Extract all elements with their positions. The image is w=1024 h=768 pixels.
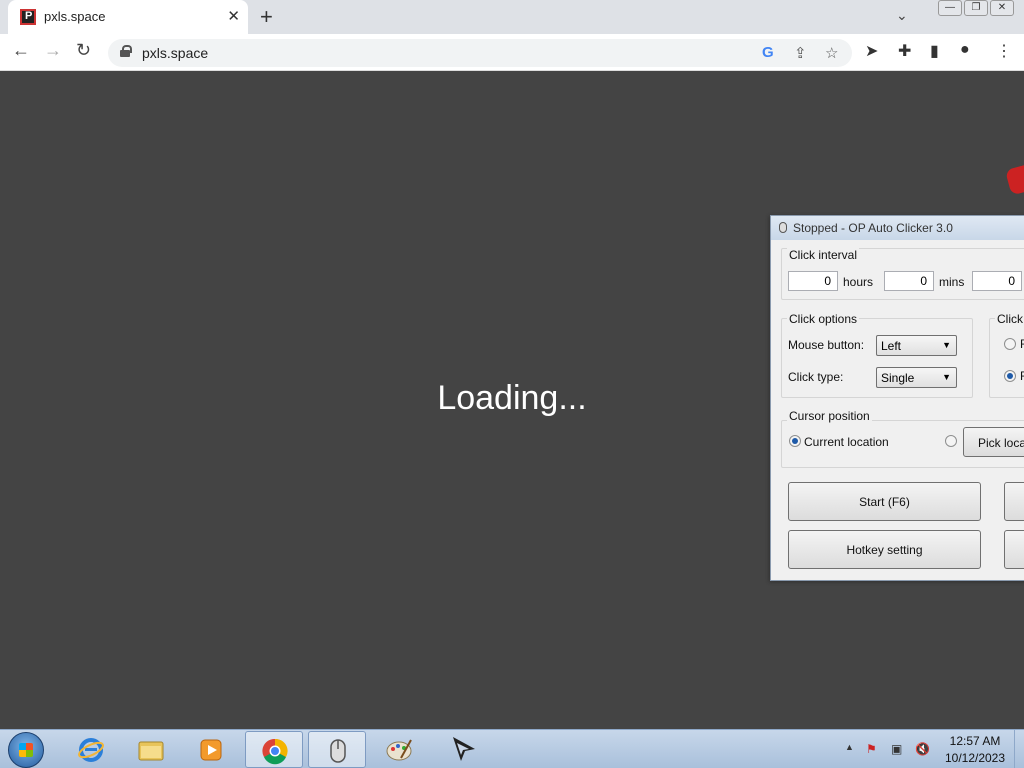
minimize-button[interactable]: — (938, 0, 962, 16)
taskbar: ▲ ⚑ ▣ 🔇 12:57 AM 10/12/2023 (0, 729, 1024, 768)
reload-button[interactable]: ↻ (76, 40, 91, 61)
repeat-until-stopped-radio[interactable] (1004, 370, 1016, 382)
dropdown-arrow-icon: ▼ (942, 372, 951, 382)
url-text[interactable]: pxls.space (142, 45, 208, 61)
hours-label: hours (843, 275, 874, 289)
click-type-value: Single (881, 371, 915, 385)
dropdown-arrow-icon: ▼ (942, 340, 951, 350)
chrome-icon (262, 738, 288, 765)
mouse-button-label: Mouse button: (788, 338, 865, 352)
folder-icon (138, 741, 164, 761)
mouse-icon (779, 222, 787, 233)
forward-button[interactable]: → (44, 40, 62, 61)
cursor-position-label: Cursor position (787, 409, 872, 423)
repeat-times-radio[interactable] (1004, 338, 1016, 350)
extensions-puzzle-icon[interactable]: ✚ (898, 41, 911, 61)
stop-button[interactable] (1004, 482, 1024, 521)
mouse-cursor-icon (453, 737, 475, 761)
pxls-mascot-icon (1005, 164, 1024, 196)
address-bar[interactable]: pxls.space G ⇪ ☆ (108, 39, 852, 67)
side-panel-icon[interactable]: ▮ (930, 41, 939, 61)
restore-button[interactable]: ❐ (964, 0, 988, 16)
pick-location-radio[interactable] (945, 435, 957, 447)
share-icon[interactable]: ⇪ (794, 44, 807, 62)
current-location-radio[interactable] (789, 435, 801, 447)
action-center-flag-icon[interactable]: ⚑ (866, 742, 877, 756)
mouse-icon (330, 739, 346, 763)
tab-search-chevron-icon[interactable]: ⌄ (896, 7, 908, 24)
click-options-label: Click options (787, 312, 860, 326)
click-interval-label: Click interval (787, 248, 860, 262)
window-controls: — ❐ ✕ (938, 0, 1014, 16)
click-repeat-label: Click r (995, 312, 1024, 326)
bookmark-star-icon[interactable]: ☆ (825, 44, 838, 62)
repeat-times-label: R (1020, 337, 1024, 351)
taskbar-media-player[interactable] (182, 731, 240, 768)
tab-pxls[interactable]: pxls.space ✕ (8, 0, 248, 34)
taskbar-auto-clicker[interactable] (308, 731, 366, 768)
close-window-button[interactable]: ✕ (990, 0, 1014, 16)
clock-time[interactable]: 12:57 AM (940, 734, 1010, 748)
tab-title: pxls.space (44, 9, 106, 24)
mouse-button-value: Left (881, 339, 902, 353)
start-button[interactable] (8, 732, 44, 768)
google-translate-icon[interactable]: G (762, 44, 774, 61)
paint-palette-icon (386, 739, 412, 761)
browser-toolbar: ← → ↻ pxls.space G ⇪ ☆ ➤ ✚ ▮ ● ⋮ (0, 34, 1024, 71)
mins-input[interactable]: 0 (884, 271, 934, 291)
media-player-icon (200, 739, 222, 761)
repeat-until-stopped-label: R (1020, 369, 1024, 383)
hotkey-setting-button[interactable]: Hotkey setting (788, 530, 981, 569)
auto-clicker-window: Stopped - OP Auto Clicker 3.0 Click inte… (770, 215, 1024, 581)
cursor-extension-icon[interactable]: ➤ (865, 41, 878, 61)
current-location-label: Current location (804, 435, 889, 449)
mins-label: mins (939, 275, 965, 289)
click-type-label: Click type: (788, 370, 844, 384)
taskbar-file-explorer[interactable] (122, 731, 180, 768)
tab-strip: pxls.space ✕ + ⌄ — ❐ ✕ (0, 0, 1024, 34)
click-repeat-group (989, 318, 1024, 398)
click-type-select[interactable]: Single ▼ (876, 367, 957, 388)
taskbar-paint[interactable] (370, 731, 428, 768)
auto-clicker-titlebar[interactable]: Stopped - OP Auto Clicker 3.0 (771, 216, 1024, 240)
window-title: Stopped - OP Auto Clicker 3.0 (793, 221, 953, 235)
secs-input[interactable]: 0 (972, 271, 1022, 291)
mouse-button-select[interactable]: Left ▼ (876, 335, 957, 356)
menu-kebab-icon[interactable]: ⋮ (996, 41, 1012, 61)
start-button[interactable]: Start (F6) (788, 482, 981, 521)
tray-expand-arrow-icon[interactable]: ▲ (845, 742, 854, 752)
show-desktop-button[interactable] (1014, 730, 1024, 768)
new-tab-button[interactable]: + (260, 4, 273, 30)
pxls-favicon-icon (20, 9, 36, 25)
network-icon[interactable]: ▣ (891, 742, 902, 756)
tab-close-icon[interactable]: ✕ (227, 7, 240, 25)
hours-input[interactable]: 0 (788, 271, 838, 291)
volume-muted-icon[interactable]: 🔇 (915, 742, 930, 756)
clock-date[interactable]: 10/12/2023 (940, 751, 1010, 765)
lock-icon[interactable] (120, 45, 132, 57)
profile-avatar-icon[interactable]: ● (960, 41, 970, 59)
taskbar-internet-explorer[interactable] (62, 731, 120, 768)
pick-location-button[interactable]: Pick locat (963, 427, 1024, 457)
back-button[interactable]: ← (12, 40, 30, 61)
record-playback-button[interactable] (1004, 530, 1024, 569)
taskbar-chrome[interactable] (245, 731, 303, 768)
internet-explorer-icon (78, 738, 104, 762)
